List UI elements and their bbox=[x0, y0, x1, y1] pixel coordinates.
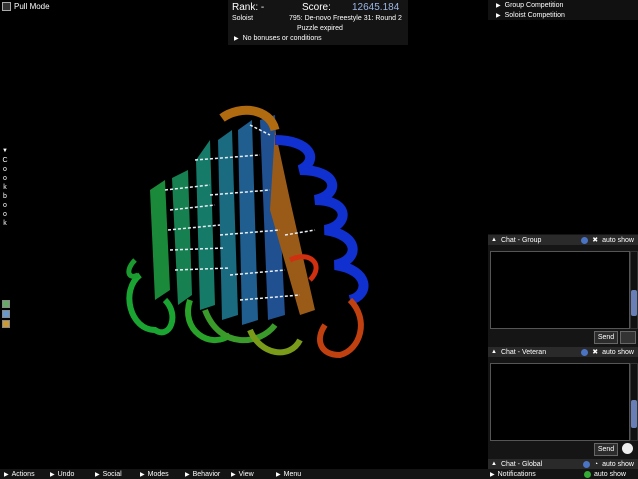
notifications-title: Notifications bbox=[497, 470, 536, 478]
cookbook-letter: C bbox=[2, 157, 8, 164]
triangle-right-icon: ▶ bbox=[496, 12, 501, 19]
pull-mode-label: Pull Mode bbox=[14, 2, 50, 11]
score-value: 12645.184 bbox=[352, 2, 400, 13]
chat-global-header[interactable]: ▲ Chat - Global ◔ auto show bbox=[488, 459, 638, 469]
score-panel: Rank: - Score: 12645.184 Soloist 795: De… bbox=[228, 0, 408, 45]
auto-show-label[interactable]: auto show bbox=[602, 349, 638, 356]
triangle-up-icon: ▲ bbox=[491, 349, 497, 355]
info-icon[interactable] bbox=[582, 460, 590, 468]
auto-show-label[interactable]: auto show bbox=[602, 461, 638, 468]
cookbook-letter: b bbox=[3, 193, 7, 200]
cookbook-label: Cookbook bbox=[0, 156, 10, 228]
cookbook-tab[interactable]: ▼ Cookbook bbox=[0, 147, 10, 228]
notifications-auto-show[interactable]: auto show bbox=[584, 470, 626, 478]
chat-veteran-messages bbox=[490, 363, 630, 441]
send-label: Send bbox=[597, 446, 615, 453]
bottom-menu-bar: ▶ Actions ▶ Undo ▶ Social ▶ Modes ▶ Beha… bbox=[0, 469, 638, 479]
scroll-thumb[interactable] bbox=[631, 400, 637, 428]
menu-view[interactable]: ▶ View bbox=[231, 471, 254, 478]
pull-mode-icon bbox=[2, 2, 11, 11]
menu-menu[interactable]: ▶ Menu bbox=[276, 471, 301, 478]
triangle-up-icon: ▲ bbox=[491, 237, 497, 243]
puzzle-status: Puzzle expired bbox=[297, 25, 343, 32]
menu-undo[interactable]: ▶ Undo bbox=[50, 471, 74, 478]
info-icon[interactable] bbox=[581, 236, 589, 244]
triangle-right-icon: ▶ bbox=[185, 471, 190, 478]
chat-veteran-send-button[interactable]: Send bbox=[594, 443, 618, 456]
triangle-right-icon: ▶ bbox=[234, 36, 239, 42]
menu-label: Social bbox=[102, 470, 122, 478]
puzzle-title: 795: De-novo Freestyle 31: Round 2 bbox=[289, 15, 402, 22]
cookbook-letter: k bbox=[3, 184, 7, 191]
cookbook-letter: o bbox=[3, 175, 7, 182]
chat-group-title: Chat - Group bbox=[500, 236, 542, 244]
triangle-right-icon: ▶ bbox=[50, 471, 55, 478]
menu-label: Behavior bbox=[192, 470, 221, 478]
triangle-up-icon: ▲ bbox=[491, 461, 497, 467]
chat-group-header[interactable]: ▲ Chat - Group ✖ auto show bbox=[488, 235, 638, 245]
info-icon[interactable] bbox=[584, 470, 591, 478]
chat-group-scrollbar[interactable] bbox=[630, 251, 638, 329]
notifications-header[interactable]: ▶ Notifications bbox=[490, 471, 536, 478]
triangle-right-icon: ▶ bbox=[95, 471, 100, 478]
menu-label: View bbox=[238, 470, 254, 478]
menu-behavior[interactable]: ▶ Behavior bbox=[185, 471, 220, 478]
player-role: Soloist bbox=[232, 15, 254, 22]
menu-label: Undo bbox=[57, 470, 75, 478]
triangle-right-icon: ▶ bbox=[496, 2, 501, 9]
competition-panel: ▶ Group Competition ▶ Soloist Competitio… bbox=[488, 0, 638, 20]
bonus-label: No bonuses or conditions bbox=[242, 35, 322, 42]
triangle-down-icon: ▼ bbox=[2, 148, 8, 154]
score-label: Score: bbox=[302, 2, 331, 13]
triangle-right-icon: ▶ bbox=[231, 471, 236, 478]
bonus-toggle[interactable]: ▶ No bonuses or conditions bbox=[234, 35, 322, 42]
chat-global-title: Chat - Global bbox=[500, 460, 543, 468]
rank-label: Rank: - bbox=[232, 2, 265, 13]
triangle-right-icon: ▶ bbox=[140, 471, 145, 478]
tool-icons bbox=[2, 300, 10, 328]
triangle-right-icon: ▶ bbox=[276, 471, 281, 478]
protein-structure-view[interactable] bbox=[110, 100, 400, 370]
auto-show-label: auto show bbox=[594, 470, 626, 478]
menu-label: Modes bbox=[147, 470, 169, 478]
clock-icon[interactable] bbox=[622, 443, 633, 454]
chat-group-send-button[interactable]: Send bbox=[594, 331, 618, 344]
cookbook-letter: o bbox=[3, 166, 7, 173]
scroll-thumb[interactable] bbox=[631, 290, 637, 316]
triangle-right-icon: ▶ bbox=[4, 471, 9, 478]
close-x-icon[interactable]: ✖ bbox=[592, 348, 598, 356]
menu-actions[interactable]: ▶ Actions bbox=[4, 471, 35, 478]
chat-group-messages bbox=[490, 251, 630, 329]
group-competition-toggle[interactable]: ▶ Group Competition bbox=[488, 0, 638, 10]
tool-icon[interactable] bbox=[2, 300, 10, 308]
cookbook-letter: o bbox=[3, 211, 7, 218]
auto-show-label[interactable]: auto show bbox=[602, 237, 638, 244]
group-competition-label: Group Competition bbox=[504, 1, 564, 9]
chat-veteran-header[interactable]: ▲ Chat - Veteran ✖ auto show bbox=[488, 347, 638, 357]
soloist-competition-toggle[interactable]: ▶ Soloist Competition bbox=[488, 10, 638, 20]
chat-veteran-scrollbar[interactable] bbox=[630, 363, 638, 441]
send-label: Send bbox=[597, 334, 615, 341]
close-x-icon[interactable]: ✖ bbox=[592, 236, 598, 244]
camera-icon[interactable] bbox=[620, 331, 636, 344]
chat-veteran-title: Chat - Veteran bbox=[500, 348, 547, 356]
menu-modes[interactable]: ▶ Modes bbox=[140, 471, 169, 478]
cookbook-letter: o bbox=[3, 202, 7, 209]
menu-label: Menu bbox=[283, 470, 302, 478]
pull-mode-toggle[interactable]: Pull Mode bbox=[2, 2, 50, 11]
tool-icon[interactable] bbox=[2, 310, 10, 318]
info-icon[interactable] bbox=[581, 348, 589, 356]
menu-social[interactable]: ▶ Social bbox=[95, 471, 122, 478]
menu-label: Actions bbox=[11, 470, 35, 478]
soloist-competition-label: Soloist Competition bbox=[504, 11, 565, 19]
tool-icon[interactable] bbox=[2, 320, 10, 328]
triangle-right-icon: ▶ bbox=[490, 471, 495, 478]
cookbook-letter: k bbox=[3, 220, 7, 227]
clock-icon[interactable]: ◔ bbox=[594, 461, 598, 468]
